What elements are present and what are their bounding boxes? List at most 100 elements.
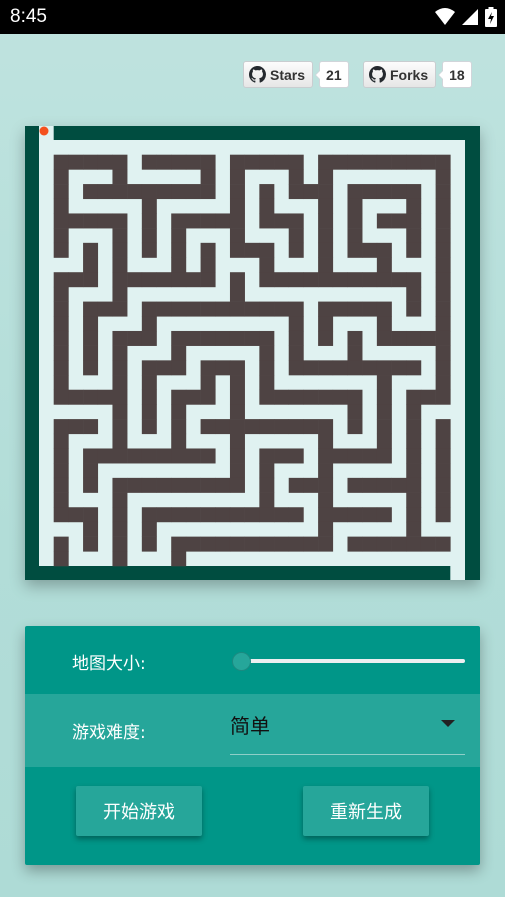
maze-wall [318, 477, 334, 493]
maze-wall [376, 316, 392, 332]
maze-wall [435, 154, 451, 170]
maze-wall [435, 448, 451, 464]
maze-wall [83, 257, 99, 273]
github-icon [369, 66, 386, 83]
maze-wall [435, 492, 451, 508]
maze-wall [53, 448, 69, 464]
maze-wall [141, 360, 157, 376]
maze-wall [435, 286, 451, 302]
maze-wall [259, 272, 275, 288]
maze-wall [362, 360, 378, 376]
maze-wall [229, 389, 245, 405]
maze-wall [362, 272, 378, 288]
maze-wall [112, 433, 128, 449]
maze-wall [362, 154, 378, 170]
maze-wall [435, 316, 451, 332]
maze-wall [53, 375, 69, 391]
maze-wall [83, 521, 99, 537]
github-forks-count[interactable]: 18 [438, 61, 472, 88]
maze-wall [229, 360, 245, 376]
maze-wall [435, 169, 451, 185]
maze-wall [347, 448, 363, 464]
maze-wall [53, 507, 69, 523]
maze-wall [141, 389, 157, 405]
maze-wall [53, 286, 69, 302]
github-stars-button[interactable]: Stars [243, 61, 314, 88]
maze-wall [288, 477, 304, 493]
maze-wall [68, 507, 84, 523]
maze-wall [97, 213, 113, 229]
map-size-slider-track[interactable] [237, 659, 465, 663]
maze-wall [347, 404, 363, 420]
maze-wall [141, 242, 157, 258]
maze-wall [244, 154, 260, 170]
difficulty-select[interactable]: 简单 [230, 706, 465, 755]
maze-wall [229, 433, 245, 449]
start-game-button[interactable]: 开始游戏 [76, 786, 202, 836]
maze-wall [141, 404, 157, 420]
maze-wall [406, 272, 422, 288]
maze-wall [347, 272, 363, 288]
maze-wall [141, 316, 157, 332]
maze-wall [259, 419, 275, 435]
maze-wall [156, 507, 172, 523]
status-time: 8:45 [10, 6, 47, 27]
maze-wall [288, 389, 304, 405]
github-forks-button[interactable]: Forks [363, 61, 437, 88]
maze-wall [141, 154, 157, 170]
maze-wall [112, 521, 128, 537]
dropdown-caret-icon[interactable] [441, 720, 455, 727]
maze-wall [200, 169, 216, 185]
maze-wall [215, 507, 231, 523]
maze-wall [376, 360, 392, 376]
maze-wall [141, 507, 157, 523]
maze-wall [303, 477, 319, 493]
maze-wall [215, 536, 231, 552]
maze-wall [318, 389, 334, 405]
maze-wall [156, 272, 172, 288]
maze-wall [288, 360, 304, 376]
maze-wall [259, 345, 275, 361]
maze-wall [185, 507, 201, 523]
maze-wall [288, 419, 304, 435]
maze-wall [318, 316, 334, 332]
map-size-row: 地图大小: [25, 626, 480, 694]
maze-wall [435, 433, 451, 449]
maze-wall [97, 301, 113, 317]
maze-wall [347, 154, 363, 170]
maze-wall [83, 154, 99, 170]
maze-wall [141, 477, 157, 493]
maze-wall [68, 154, 84, 170]
maze-canvas[interactable] [25, 126, 480, 580]
maze-wall [362, 242, 378, 258]
maze-wall [53, 389, 69, 405]
maze-wall [215, 360, 231, 376]
maze-wall [406, 286, 422, 302]
maze-wall [171, 433, 187, 449]
github-icon [249, 66, 266, 83]
maze-wall [229, 536, 245, 552]
maze-wall [435, 198, 451, 214]
github-forks-label: Forks [390, 66, 429, 83]
maze-wall [171, 330, 187, 346]
maze-wall [288, 507, 304, 523]
maze-wall [171, 551, 187, 567]
maze-wall [171, 272, 187, 288]
regenerate-button[interactable]: 重新生成 [303, 786, 429, 836]
maze-wall [83, 213, 99, 229]
maze-wall [420, 389, 436, 405]
maze-wall [318, 521, 334, 537]
maze-wall [171, 507, 187, 523]
maze-wall [112, 345, 128, 361]
maze-wall [274, 272, 290, 288]
maze-wall [229, 477, 245, 493]
maze-wall [259, 536, 275, 552]
maze-wall [435, 301, 451, 317]
maze-board[interactable] [25, 126, 480, 580]
player-marker [39, 126, 49, 136]
maze-wall [288, 448, 304, 464]
github-stars-count[interactable]: 21 [315, 61, 349, 88]
maze-wall [303, 389, 319, 405]
maze-wall [112, 272, 128, 288]
map-size-slider-thumb[interactable] [232, 652, 252, 671]
